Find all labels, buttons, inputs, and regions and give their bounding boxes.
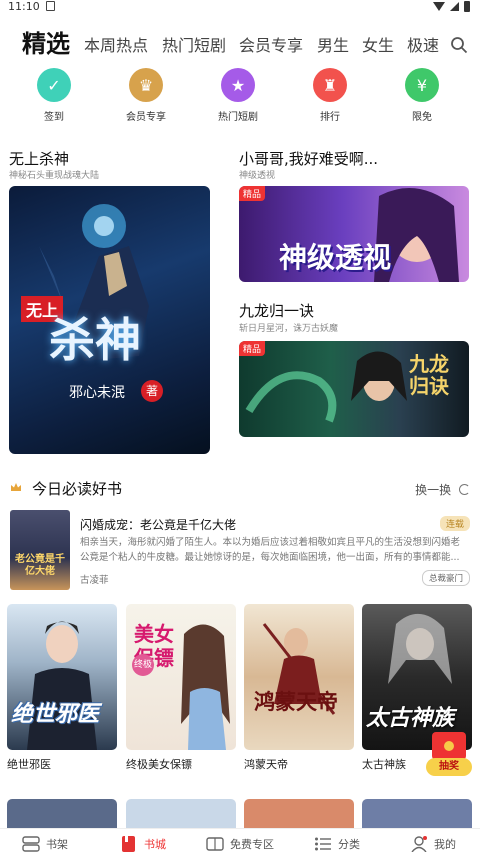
tab-female[interactable]: 女生 bbox=[362, 32, 394, 56]
trophy-icon: ♜ bbox=[313, 68, 347, 102]
nav-label: 分类 bbox=[338, 838, 360, 851]
genre-tag: 总裁豪门 bbox=[421, 570, 470, 586]
quick-label: 会员专享 bbox=[126, 112, 166, 123]
book-card[interactable]: 美女保镖 终极 终极美女保镖 bbox=[126, 604, 236, 774]
quick-vip[interactable]: ♛ 会员专享 bbox=[106, 68, 186, 124]
cover-seal: 终极 bbox=[132, 654, 154, 676]
featured-main-cover[interactable]: 无上 杀神 邪心未泯 著 bbox=[9, 186, 210, 454]
tab-vip[interactable]: 会员专享 bbox=[239, 32, 303, 56]
crown-icon bbox=[11, 483, 21, 491]
nav-profile[interactable]: 我的 bbox=[410, 836, 456, 852]
free-tag-icon: ¥ bbox=[405, 68, 439, 102]
cover-title-text: 绝世邪医 bbox=[11, 702, 100, 727]
premium-badge: 精品 bbox=[239, 186, 266, 201]
book-card-peek[interactable] bbox=[126, 799, 236, 829]
recommend-thumb: 老公竟是千亿大佬 bbox=[10, 510, 70, 590]
book-name: 绝世邪医 bbox=[7, 758, 51, 771]
thumb-title-text: 老公竟是千亿大佬 bbox=[15, 554, 65, 577]
recommend-description: 相亲当天，海彤就闪婚了陌生人。本以为婚后应该过着相敬如宾且平凡的生活没想到闪婚老… bbox=[80, 537, 461, 563]
book-card[interactable]: 鸿蒙天帝 鸿蒙天帝 bbox=[244, 604, 354, 774]
category-icon bbox=[315, 837, 331, 851]
nav-label: 书架 bbox=[46, 838, 68, 851]
book-cover: 鸿蒙天帝 bbox=[244, 604, 354, 750]
featured-third-subtitle: 斩日月星河，诛万古妖魔 bbox=[239, 324, 339, 334]
tab-express[interactable]: 极速 bbox=[407, 32, 441, 56]
quick-label: 热门短剧 bbox=[218, 112, 258, 123]
status-bar: 11:10 bbox=[0, 0, 480, 14]
man-in-suit-illustration bbox=[27, 621, 97, 750]
quick-free[interactable]: ¥ 限免 bbox=[382, 68, 462, 124]
book-card[interactable]: 绝世邪医 绝世邪医 bbox=[7, 604, 117, 774]
wifi-icon bbox=[433, 2, 445, 11]
cover-author: 邪心未泯 bbox=[69, 385, 125, 401]
book-name: 终极美女保镖 bbox=[126, 758, 192, 771]
profile-icon bbox=[411, 836, 427, 852]
crown-icon: ♛ bbox=[129, 68, 163, 102]
featured-main-subtitle: 神秘石头重现战魂大陆 bbox=[9, 171, 100, 181]
tab-featured[interactable]: 精选 bbox=[22, 24, 70, 59]
book-card-peek[interactable] bbox=[244, 799, 354, 829]
sim-icon bbox=[46, 1, 55, 11]
lottery-float-button[interactable]: 抽奖 bbox=[426, 732, 474, 776]
bookstore-icon bbox=[122, 836, 135, 852]
premium-badge: 精品 bbox=[239, 341, 266, 356]
check-calendar-icon: ✓ bbox=[37, 68, 71, 102]
featured-third-cover[interactable]: 精品 九龙归诀 bbox=[239, 341, 469, 437]
quick-label: 排行 bbox=[320, 112, 340, 123]
bottom-navigation: 书架 书城 免费专区 分类 我的 bbox=[0, 828, 480, 859]
category-tabs: 精选 本周热点 热门短剧 会员专享 男生 女生 极速 bbox=[0, 18, 480, 62]
nav-free-zone[interactable]: 免费专区 bbox=[206, 836, 274, 852]
battery-icon bbox=[464, 1, 470, 12]
book-cover: 绝世邪医 bbox=[7, 604, 117, 750]
book-card-peek[interactable] bbox=[7, 799, 117, 829]
red-envelope-icon bbox=[432, 732, 466, 760]
cover-title-text: 太古神族 bbox=[366, 706, 455, 731]
cover-title-text: 九龙归诀 bbox=[409, 352, 449, 398]
book-cover: 太古神族 bbox=[362, 604, 472, 750]
section-title: 今日必读好书 bbox=[32, 480, 123, 498]
cover-author-seal: 著 bbox=[141, 380, 163, 402]
nav-category[interactable]: 分类 bbox=[314, 836, 360, 852]
quick-checkin[interactable]: ✓ 签到 bbox=[14, 68, 94, 124]
quick-label: 限免 bbox=[412, 112, 432, 123]
recommend-title: 闪婚成宠：老公竟是千亿大佬 bbox=[80, 518, 237, 532]
serializing-badge: 连载 bbox=[439, 516, 470, 531]
status-time: 11:10 bbox=[8, 0, 40, 13]
warrior-illustration bbox=[262, 623, 336, 715]
search-icon[interactable] bbox=[450, 36, 468, 54]
signal-icon bbox=[450, 2, 459, 11]
bookshelf-icon bbox=[22, 836, 40, 852]
quick-short-drama[interactable]: ★ 热门短剧 bbox=[198, 68, 278, 124]
nav-label: 书城 bbox=[144, 838, 166, 851]
tab-hot-short-drama[interactable]: 热门短剧 bbox=[162, 32, 226, 56]
lottery-label: 抽奖 bbox=[426, 758, 472, 776]
featured-main-title[interactable]: 无上杀神 bbox=[9, 148, 69, 169]
daily-must-read-header: 今日必读好书 换一换 bbox=[10, 478, 470, 498]
cover-title-text: 神级透视 bbox=[279, 241, 392, 274]
featured-second-subtitle: 神级透视 bbox=[239, 171, 276, 181]
refresh-icon bbox=[459, 484, 470, 495]
tab-weekly-hot[interactable]: 本周热点 bbox=[84, 32, 148, 56]
recommend-author: 古凌菲 bbox=[80, 575, 109, 586]
nav-bookstore[interactable]: 书城 bbox=[120, 836, 166, 852]
cover-title-text: 杀神 bbox=[49, 313, 141, 367]
book-cover: 美女保镖 终极 bbox=[126, 604, 236, 750]
book-name: 鸿蒙天帝 bbox=[244, 758, 288, 771]
cover-title-text: 鸿蒙天帝 bbox=[254, 689, 338, 714]
featured-third-title[interactable]: 九龙归一诀 bbox=[239, 300, 314, 321]
recommend-book[interactable]: 老公竟是千亿大佬 闪婚成宠：老公竟是千亿大佬 连载 相亲当天，海彤就闪婚了陌生人… bbox=[10, 510, 470, 592]
nav-label: 免费专区 bbox=[230, 838, 274, 851]
free-zone-icon bbox=[206, 837, 224, 851]
book-card-peek[interactable] bbox=[362, 799, 472, 829]
tab-male[interactable]: 男生 bbox=[317, 32, 349, 56]
nav-bookshelf[interactable]: 书架 bbox=[22, 836, 68, 852]
featured-second-title[interactable]: 小哥哥,我好难受啊... bbox=[239, 148, 378, 169]
featured-second-cover[interactable]: 精品 神级透视 bbox=[239, 186, 469, 282]
quick-label: 签到 bbox=[44, 112, 64, 123]
nav-label: 我的 bbox=[434, 838, 456, 851]
star-icon: ★ bbox=[221, 68, 255, 102]
quick-ranking[interactable]: ♜ 排行 bbox=[290, 68, 370, 124]
refresh-button[interactable]: 换一换 bbox=[415, 481, 470, 498]
